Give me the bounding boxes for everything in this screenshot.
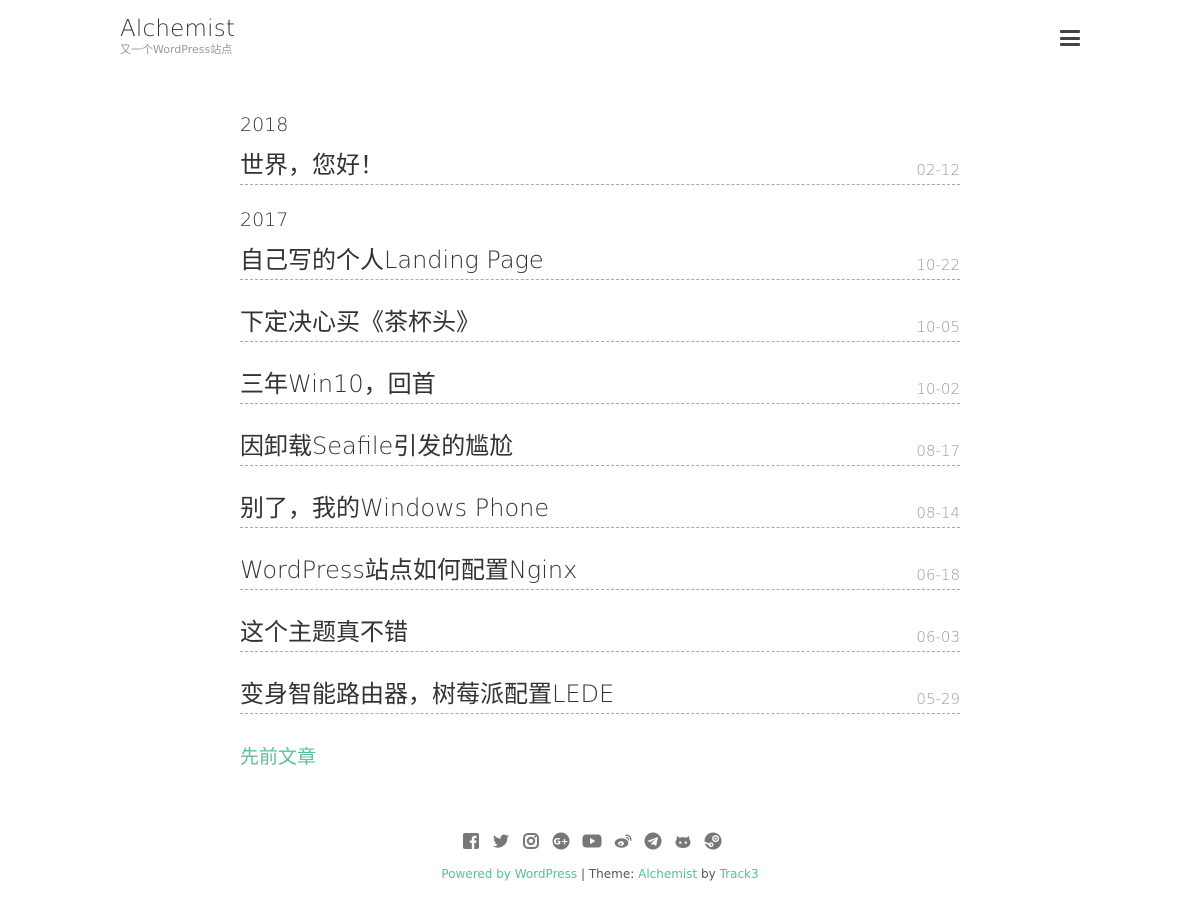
footer-separator: | (580, 867, 586, 881)
post-date: 10-02 (916, 380, 960, 398)
older-posts-link[interactable]: 先前文章 (240, 742, 316, 769)
powered-by-link[interactable]: Powered by WordPress (441, 867, 577, 881)
site-description: 又一个WordPress站点 (120, 43, 233, 56)
post-date: 08-17 (916, 442, 960, 460)
post-row: 世界，您好！ 02-12 (240, 138, 960, 185)
post-title-link[interactable]: 因卸载Seafile引发的尴尬 (240, 429, 513, 463)
post-date: 05-29 (916, 690, 960, 708)
site-footer: Powered by WordPress | Theme: Alchemist … (0, 866, 1200, 882)
post-row: 别了，我的Windows Phone 08-14 (240, 466, 960, 528)
post-date: 06-18 (916, 566, 960, 584)
steam-icon[interactable] (704, 832, 722, 850)
post-row: 因卸载Seafile引发的尴尬 08-17 (240, 404, 960, 466)
post-date: 10-05 (916, 318, 960, 336)
svg-text:G+: G+ (554, 838, 569, 848)
post-date: 02-12 (916, 161, 960, 179)
archive-list: 2018 世界，您好！ 02-12 2017 自己写的个人Landing Pag… (240, 112, 960, 769)
youtube-icon[interactable] (582, 832, 602, 850)
google-plus-icon[interactable]: G+ (552, 832, 570, 850)
post-title-link[interactable]: 变身智能路由器，树莓派配置LEDE (240, 677, 614, 711)
post-row: 变身智能路由器，树莓派配置LEDE 05-29 (240, 652, 960, 714)
theme-link[interactable]: Alchemist (638, 867, 697, 881)
github-icon[interactable] (674, 832, 692, 850)
post-title-link[interactable]: 世界，您好！ (240, 148, 384, 182)
site-header: Alchemist 又一个WordPress站点 (120, 16, 235, 57)
post-row: WordPress站点如何配置Nginx 06-18 (240, 528, 960, 590)
facebook-icon[interactable] (462, 832, 480, 850)
year-group-2017: 2017 自己写的个人Landing Page 10-22 下定决心买《茶杯头》… (240, 207, 960, 714)
post-title-link[interactable]: 下定决心买《茶杯头》 (240, 305, 480, 339)
telegram-icon[interactable] (644, 832, 662, 850)
year-heading: 2018 (240, 114, 289, 136)
post-row: 下定决心买《茶杯头》 10-05 (240, 280, 960, 342)
post-row: 自己写的个人Landing Page 10-22 (240, 233, 960, 280)
site-title-link[interactable]: Alchemist (120, 16, 235, 42)
post-date: 06-03 (916, 628, 960, 646)
social-links: G+ (462, 832, 722, 850)
theme-prefix: Theme: (588, 867, 635, 881)
post-title-link[interactable]: 三年Win10，回首 (240, 367, 436, 401)
post-title-link[interactable]: 别了，我的Windows Phone (240, 491, 549, 525)
twitter-icon[interactable] (492, 832, 510, 850)
author-link[interactable]: Track3 (720, 867, 759, 881)
year-group-2018: 2018 世界，您好！ 02-12 (240, 112, 960, 185)
by-text: by (701, 867, 716, 881)
post-date: 10-22 (916, 256, 960, 274)
post-row: 这个主题真不错 06-03 (240, 590, 960, 652)
post-title-link[interactable]: WordPress站点如何配置Nginx (240, 553, 577, 587)
post-title-link[interactable]: 自己写的个人Landing Page (240, 243, 544, 277)
year-heading: 2017 (240, 209, 289, 231)
weibo-icon[interactable] (614, 832, 632, 850)
post-row: 三年Win10，回首 10-02 (240, 342, 960, 404)
post-date: 08-14 (916, 504, 960, 522)
instagram-icon[interactable] (522, 832, 540, 850)
hamburger-menu-icon[interactable] (1058, 28, 1082, 48)
post-title-link[interactable]: 这个主题真不错 (240, 615, 408, 649)
